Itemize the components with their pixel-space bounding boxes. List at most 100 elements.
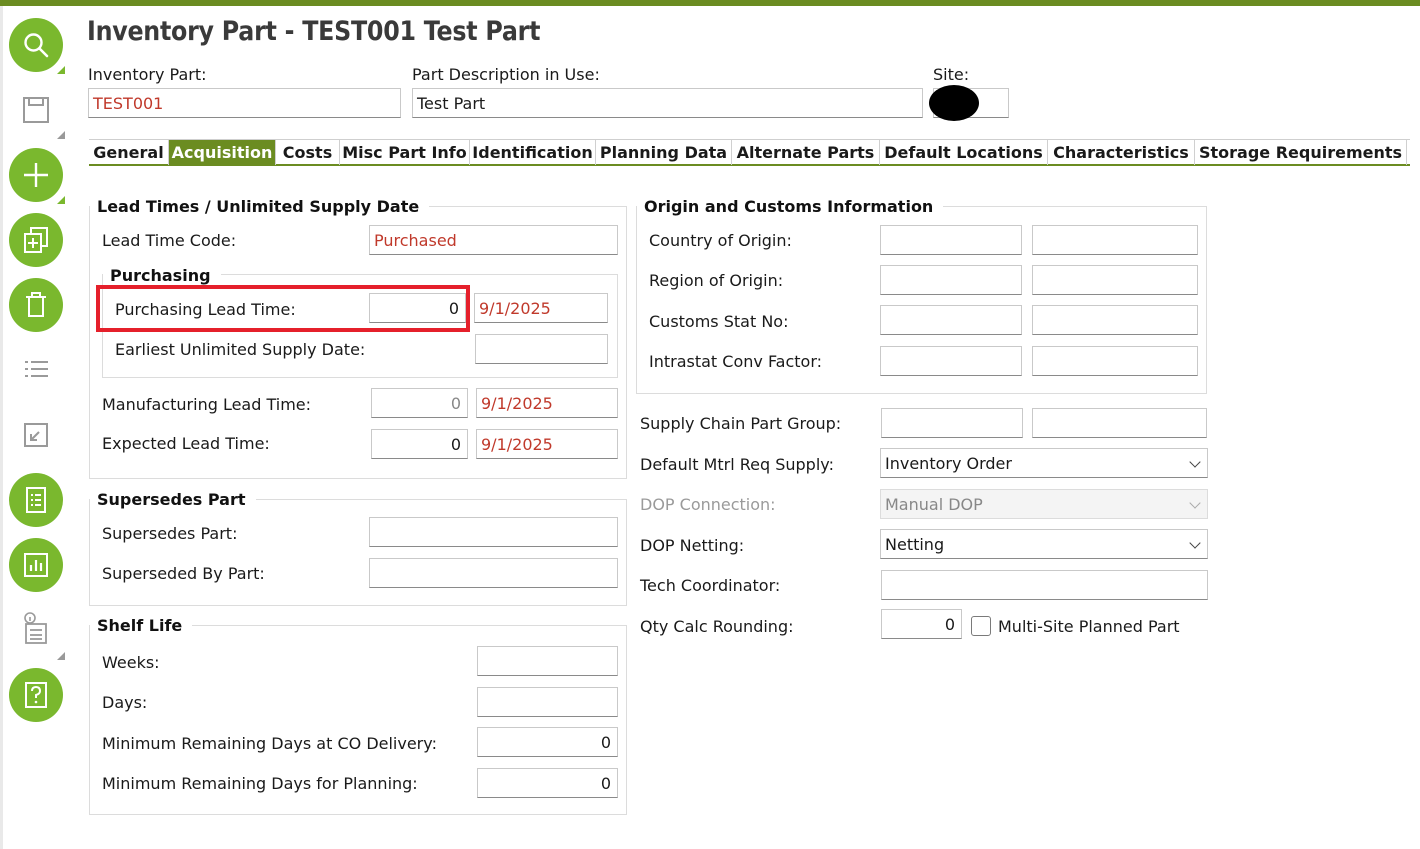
supersedes-field[interactable] bbox=[369, 517, 618, 547]
min-co-field[interactable]: 0 bbox=[477, 727, 618, 757]
page-title: Inventory Part - TEST001 Test Part bbox=[87, 16, 541, 47]
dop-netting-label: DOP Netting: bbox=[640, 536, 745, 555]
manufacturing-date-field[interactable]: 9/1/2025 bbox=[476, 388, 618, 418]
info-icon bbox=[24, 612, 47, 644]
min-planning-field[interactable]: 0 bbox=[477, 768, 618, 798]
description-field[interactable]: Test Part bbox=[412, 88, 923, 118]
days-field[interactable] bbox=[477, 687, 618, 717]
origin-title: Origin and Customs Information bbox=[637, 197, 944, 216]
dop-connection-select: Manual DOP bbox=[880, 489, 1208, 519]
lead-time-code-label: Lead Time Code: bbox=[102, 231, 237, 250]
dop-connection-label: DOP Connection: bbox=[640, 495, 776, 514]
intrastat-extra-field[interactable] bbox=[1032, 346, 1198, 376]
search-icon bbox=[24, 33, 49, 58]
report-button[interactable] bbox=[9, 473, 63, 527]
list-button[interactable] bbox=[20, 354, 52, 386]
multi-site-checkbox[interactable] bbox=[971, 616, 991, 636]
tech-coordinator-label: Tech Coordinator: bbox=[640, 576, 781, 595]
earliest-unlimited-label: Earliest Unlimited Supply Date: bbox=[115, 340, 366, 359]
tab-acquisition[interactable]: Acquisition bbox=[169, 140, 276, 165]
country-code-field[interactable] bbox=[880, 225, 1022, 255]
qty-calc-label: Qty Calc Rounding: bbox=[640, 617, 794, 636]
supersedes-title: Supersedes Part bbox=[90, 490, 256, 509]
customs-label: Customs Stat No: bbox=[649, 312, 789, 331]
min-planning-label: Minimum Remaining Days for Planning: bbox=[102, 774, 418, 793]
country-name-field[interactable] bbox=[1032, 225, 1198, 255]
search-menu-arrow[interactable] bbox=[57, 66, 65, 74]
highlight-box bbox=[96, 285, 470, 332]
tab-planning-data[interactable]: Planning Data bbox=[596, 140, 732, 165]
duplicate-button[interactable] bbox=[9, 213, 63, 267]
purchasing-title: Purchasing bbox=[103, 266, 221, 285]
expected-date-field[interactable]: 9/1/2025 bbox=[476, 429, 618, 459]
purchasing-date-field[interactable]: 9/1/2025 bbox=[474, 293, 608, 323]
weeks-field[interactable] bbox=[477, 646, 618, 676]
info-menu-arrow[interactable] bbox=[57, 652, 65, 660]
report-icon bbox=[26, 487, 46, 513]
inventory-part-field[interactable]: TEST001 bbox=[88, 88, 401, 118]
add-icon bbox=[24, 163, 48, 187]
manufacturing-lead-time-label: Manufacturing Lead Time: bbox=[102, 395, 312, 414]
save-icon bbox=[23, 97, 49, 123]
supply-chain-label: Supply Chain Part Group: bbox=[640, 414, 842, 433]
supply-chain-name-field[interactable] bbox=[1032, 408, 1207, 438]
tab-misc-part-info[interactable]: Misc Part Info bbox=[340, 140, 470, 165]
description-label: Part Description in Use: bbox=[412, 65, 600, 84]
dop-netting-value: Netting bbox=[885, 534, 945, 554]
intrastat-field[interactable] bbox=[880, 346, 1022, 376]
dop-netting-select[interactable]: Netting bbox=[880, 529, 1208, 559]
info-button[interactable] bbox=[20, 612, 52, 644]
delete-icon bbox=[26, 292, 46, 317]
mtrl-req-value: Inventory Order bbox=[885, 453, 1012, 473]
region-label: Region of Origin: bbox=[649, 271, 784, 290]
chart-button[interactable] bbox=[9, 538, 63, 592]
tab-bar: General Acquisition Costs Misc Part Info… bbox=[89, 139, 1410, 166]
chart-icon bbox=[24, 553, 48, 577]
region-code-field[interactable] bbox=[880, 265, 1022, 295]
inventory-part-label: Inventory Part: bbox=[88, 65, 207, 84]
dop-connection-value: Manual DOP bbox=[885, 494, 983, 514]
mtrl-req-select[interactable]: Inventory Order bbox=[880, 448, 1208, 478]
site-label: Site: bbox=[933, 65, 970, 84]
add-menu-arrow[interactable] bbox=[57, 196, 65, 204]
intrastat-label: Intrastat Conv Factor: bbox=[649, 352, 823, 371]
manufacturing-lead-time-field[interactable]: 0 bbox=[371, 388, 468, 418]
customs-name-field[interactable] bbox=[1032, 305, 1198, 335]
customs-code-field[interactable] bbox=[880, 305, 1022, 335]
tab-storage-requirements[interactable]: Storage Requirements bbox=[1195, 140, 1407, 165]
lead-times-title: Lead Times / Unlimited Supply Date bbox=[90, 197, 430, 216]
list-icon bbox=[25, 361, 48, 377]
lead-time-code-field[interactable]: Purchased bbox=[369, 225, 618, 255]
search-button[interactable] bbox=[9, 18, 63, 72]
multi-site-label: Multi-Site Planned Part bbox=[998, 617, 1180, 636]
tab-identification[interactable]: Identification bbox=[470, 140, 596, 165]
chevron-down-icon bbox=[1189, 497, 1201, 509]
expected-lead-time-label: Expected Lead Time: bbox=[102, 434, 270, 453]
save-button[interactable] bbox=[20, 94, 52, 126]
earliest-unlimited-field[interactable] bbox=[475, 334, 608, 364]
tab-characteristics[interactable]: Characteristics bbox=[1048, 140, 1195, 165]
chevron-down-icon bbox=[1189, 537, 1201, 549]
supply-chain-code-field[interactable] bbox=[881, 408, 1023, 438]
min-co-label: Minimum Remaining Days at CO Delivery: bbox=[102, 734, 437, 753]
qty-calc-field[interactable]: 0 bbox=[881, 609, 962, 639]
shelf-life-title: Shelf Life bbox=[90, 616, 193, 635]
tab-default-locations[interactable]: Default Locations bbox=[880, 140, 1048, 165]
tab-costs[interactable]: Costs bbox=[276, 140, 340, 165]
expected-lead-time-field[interactable]: 0 bbox=[371, 429, 468, 459]
redaction-mark bbox=[929, 85, 979, 121]
save-menu-arrow[interactable] bbox=[57, 131, 65, 139]
tab-alternate-parts[interactable]: Alternate Parts bbox=[732, 140, 880, 165]
expand-button[interactable] bbox=[20, 419, 52, 451]
weeks-label: Weeks: bbox=[102, 653, 160, 672]
top-accent-bar bbox=[0, 0, 1420, 6]
help-button[interactable] bbox=[9, 668, 63, 722]
tab-general[interactable]: General bbox=[89, 140, 169, 165]
add-button[interactable] bbox=[9, 148, 63, 202]
region-name-field[interactable] bbox=[1032, 265, 1198, 295]
tech-coordinator-field[interactable] bbox=[881, 570, 1208, 600]
superseded-by-field[interactable] bbox=[369, 558, 618, 588]
expand-icon bbox=[24, 423, 48, 447]
supersedes-label: Supersedes Part: bbox=[102, 524, 238, 543]
delete-button[interactable] bbox=[9, 278, 63, 332]
